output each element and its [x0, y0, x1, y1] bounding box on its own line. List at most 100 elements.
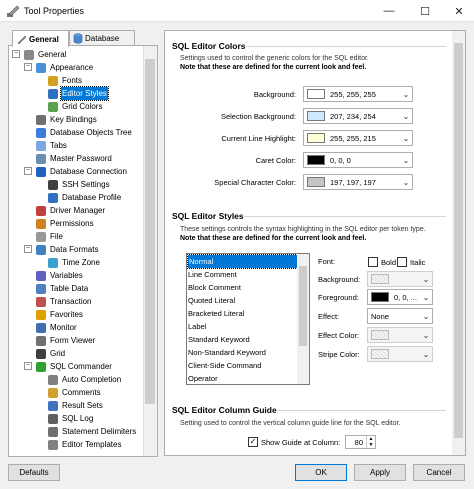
tree-item-label: Permissions	[50, 219, 94, 228]
token-type-item[interactable]: Quoted Literal	[188, 294, 235, 307]
style-foreground-label: Foreground:	[318, 293, 359, 302]
close-button[interactable]: ✕	[444, 0, 474, 22]
tab-general[interactable]: General	[12, 30, 69, 47]
style-foreground-value: 0, 0, ...	[394, 292, 417, 302]
token-type-item[interactable]: Non-Standard Keyword	[188, 346, 266, 359]
show-guide-label: Show Guide at Column:	[261, 438, 341, 447]
guide-column-value: 80	[354, 437, 363, 447]
tree-item[interactable]: SQL Log	[48, 412, 94, 425]
tree-item-label: Data Formats	[50, 245, 99, 254]
keyboard-icon	[36, 114, 46, 125]
connection-icon	[36, 166, 46, 177]
guide-section-description: Setting used to control the vertical col…	[180, 420, 401, 427]
token-type-item[interactable]: Standard Keyword	[188, 333, 250, 346]
bold-checkbox[interactable]	[368, 257, 378, 267]
tree-item[interactable]: Database Profile	[48, 191, 122, 204]
token-type-item[interactable]: Normal	[187, 254, 298, 269]
tree-item[interactable]: Result Sets	[48, 399, 104, 412]
effect-label: Effect:	[318, 312, 340, 321]
cancel-button[interactable]: Cancel	[413, 464, 465, 481]
form-icon	[36, 335, 46, 346]
tree-item[interactable]: Appearance	[36, 61, 94, 74]
color-field-combo[interactable]: 255, 255, 255 ⌄	[303, 86, 413, 102]
content-scrollbar-thumb[interactable]	[454, 43, 463, 438]
tree-item[interactable]: Editor Styles	[48, 86, 109, 101]
tree-expander-icon[interactable]: −	[24, 167, 32, 175]
italic-checkbox[interactable]	[397, 257, 407, 267]
tree-item[interactable]: Fonts	[48, 74, 83, 87]
guide-column-spinner[interactable]: 80 ▲ ▼	[345, 435, 376, 449]
tree-item[interactable]: Permissions	[36, 217, 95, 230]
comments-icon	[48, 387, 58, 398]
token-list-scrollbar-thumb[interactable]	[299, 266, 307, 346]
tree-expander-icon[interactable]: −	[24, 362, 32, 370]
tree-item[interactable]: SQL Commander	[36, 360, 113, 373]
tree-item-label: Tabs	[50, 141, 67, 150]
tree-item[interactable]: Grid	[36, 347, 66, 360]
effect-combo[interactable]: None ⌄	[367, 308, 433, 324]
token-type-item[interactable]: Line Comment	[188, 268, 237, 281]
tree-item[interactable]: Statement Delimiters	[48, 425, 137, 438]
chevron-down-icon: ⌄	[402, 177, 410, 187]
tree-scrollbar-thumb[interactable]	[145, 59, 155, 404]
minimize-button[interactable]: —	[374, 0, 404, 22]
key-icon	[36, 153, 46, 164]
templates-icon	[48, 439, 58, 450]
token-type-item[interactable]: Block Comment	[188, 281, 241, 294]
token-type-item[interactable]: Client-Side Command	[188, 359, 261, 372]
token-type-item[interactable]: Bracketed Literal	[188, 307, 244, 320]
ok-button[interactable]: OK	[295, 464, 347, 481]
tree-item[interactable]: Monitor	[36, 321, 78, 334]
tree-item[interactable]: Comments	[48, 386, 102, 399]
color-field-combo[interactable]: 0, 0, 0 ⌄	[303, 152, 413, 168]
driver-icon	[36, 205, 46, 216]
file-icon	[36, 231, 46, 242]
show-guide-checkbox[interactable]: ✓	[248, 437, 258, 447]
maximize-button[interactable]: ☐	[410, 0, 440, 22]
stripe-color-combo[interactable]: ⌄	[367, 346, 433, 362]
tab-database-label: Database	[85, 34, 120, 43]
tree-item[interactable]: Transaction	[36, 295, 93, 308]
color-field-combo[interactable]: 207, 234, 254 ⌄	[303, 108, 413, 124]
color-swatch	[307, 133, 325, 143]
styles-section-description: These settings controls the syntax highl…	[180, 226, 426, 242]
tree-item[interactable]: Data Formats	[36, 243, 99, 256]
tab-general-label: General	[29, 34, 59, 44]
tree-item[interactable]: SSH Settings	[48, 178, 111, 191]
tree-item[interactable]: Database Objects Tree	[36, 126, 133, 139]
tree-item[interactable]: Master Password	[36, 152, 113, 165]
tree-expander-icon[interactable]: −	[12, 50, 20, 58]
apply-button[interactable]: Apply	[354, 464, 406, 481]
tree-expander-icon[interactable]: −	[24, 63, 32, 71]
tree-item[interactable]: Key Bindings	[36, 113, 98, 126]
defaults-button[interactable]: Defaults	[8, 464, 60, 481]
tree-item[interactable]: General	[24, 48, 67, 61]
tab-database[interactable]: Database	[69, 30, 135, 46]
tree-item[interactable]: Tabs	[36, 139, 68, 152]
style-foreground-combo[interactable]: 0, 0, ... ⌄	[367, 289, 433, 305]
color-field-combo[interactable]: 197, 197, 197 ⌄	[303, 174, 413, 190]
tree-item[interactable]: Table Data	[36, 282, 89, 295]
effect-color-combo[interactable]: ⌄	[367, 327, 433, 343]
tree-item[interactable]: Driver Manager	[36, 204, 106, 217]
tree-item-label: SSH Settings	[62, 180, 110, 189]
tree-expander-icon[interactable]: −	[24, 245, 32, 253]
tree-item[interactable]: Variables	[36, 269, 84, 282]
tree-item[interactable]: Grid Colors	[48, 100, 103, 113]
color-field-combo[interactable]: 255, 255, 215 ⌄	[303, 130, 413, 146]
tree-item[interactable]: File	[36, 230, 64, 243]
tree-item[interactable]: Favorites	[36, 308, 84, 321]
tree-item[interactable]: Time Zone	[48, 256, 101, 269]
tree-item[interactable]: Form Viewer	[36, 334, 96, 347]
tree-item[interactable]: Database Connection	[36, 165, 128, 178]
token-type-item[interactable]: Operator	[188, 372, 218, 385]
tree-item-label: Comments	[62, 388, 101, 397]
tree-item[interactable]: Auto Completion	[48, 373, 122, 386]
guide-section-title: SQL Editor Column Guide	[172, 405, 277, 415]
token-type-item[interactable]: Label	[188, 320, 206, 333]
style-background-combo[interactable]: ⌄	[367, 271, 433, 287]
tree-item-label: Form Viewer	[50, 336, 96, 345]
tree-item[interactable]: Editor Templates	[48, 438, 122, 451]
spinner-arrows-icon[interactable]: ▲ ▼	[366, 436, 375, 448]
star-icon	[36, 309, 46, 320]
